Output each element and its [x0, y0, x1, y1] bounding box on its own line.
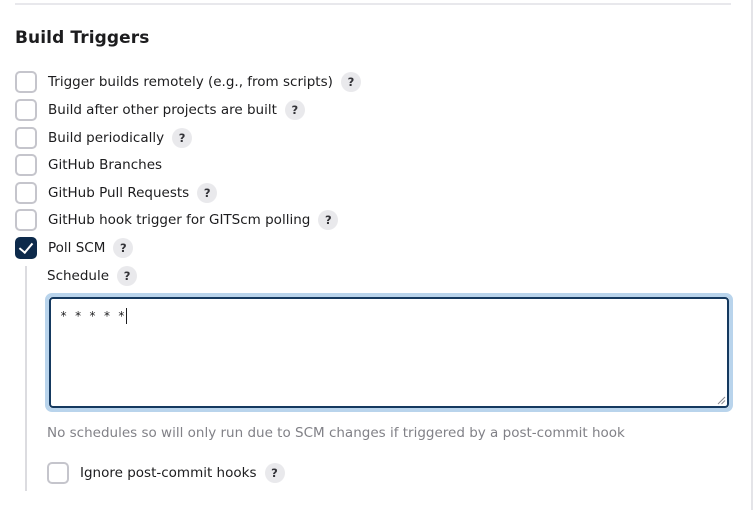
schedule-label: Schedule — [47, 268, 110, 284]
help-icon[interactable]: ? — [172, 128, 193, 148]
help-icon[interactable]: ? — [318, 210, 339, 230]
schedule-label-row: Schedule ? — [47, 264, 138, 288]
trigger-row-github-branches: GitHub Branches — [15, 153, 162, 177]
trigger-remote-checkbox[interactable] — [15, 71, 37, 93]
trigger-github-hook-checkbox[interactable] — [15, 209, 37, 231]
trigger-row-remote: Trigger builds remotely (e.g., from scri… — [15, 70, 361, 94]
help-icon[interactable]: ? — [264, 463, 285, 483]
trigger-remote-label[interactable]: Trigger builds remotely (e.g., from scri… — [48, 72, 333, 92]
schedule-textarea[interactable]: * * * * * — [49, 297, 729, 408]
section-divider — [15, 3, 731, 5]
ignore-hooks-label[interactable]: Ignore post-commit hooks — [80, 463, 257, 483]
section-title: Build Triggers — [15, 28, 150, 48]
build-triggers-page: Build Triggers Trigger builds remotely (… — [0, 0, 753, 510]
trigger-after-other-checkbox[interactable] — [15, 99, 37, 121]
schedule-value: * * * * * — [60, 309, 126, 323]
trigger-row-github-pr: GitHub Pull Requests ? — [15, 181, 218, 205]
trigger-after-other-label[interactable]: Build after other projects are built — [48, 100, 277, 120]
help-icon[interactable]: ? — [197, 183, 218, 203]
trigger-row-periodically: Build periodically ? — [15, 126, 193, 150]
help-icon[interactable]: ? — [113, 238, 134, 258]
trigger-poll-scm-checkbox[interactable] — [15, 237, 37, 259]
trigger-github-branches-checkbox[interactable] — [15, 154, 37, 176]
trigger-github-pr-checkbox[interactable] — [15, 182, 37, 204]
trigger-periodically-label[interactable]: Build periodically — [48, 128, 164, 148]
trigger-row-github-hook: GitHub hook trigger for GITScm polling ? — [15, 208, 339, 232]
nested-options-line — [25, 266, 27, 491]
trigger-github-pr-label[interactable]: GitHub Pull Requests — [48, 183, 189, 203]
trigger-row-after-other: Build after other projects are built ? — [15, 98, 305, 122]
trigger-github-hook-label[interactable]: GitHub hook trigger for GITScm polling — [48, 210, 310, 230]
help-icon[interactable]: ? — [117, 266, 138, 286]
trigger-github-branches-label[interactable]: GitHub Branches — [48, 155, 162, 175]
ignore-hooks-row: Ignore post-commit hooks ? — [47, 461, 285, 485]
ignore-hooks-checkbox[interactable] — [47, 462, 69, 484]
schedule-textarea-focus-ring: * * * * * — [45, 293, 733, 412]
schedule-hint: No schedules so will only run due to SCM… — [47, 425, 625, 441]
help-icon[interactable]: ? — [340, 72, 361, 92]
trigger-row-poll-scm: Poll SCM ? — [15, 236, 134, 260]
trigger-poll-scm-label[interactable]: Poll SCM — [48, 238, 105, 258]
resize-grip-icon[interactable] — [717, 396, 726, 405]
trigger-periodically-checkbox[interactable] — [15, 127, 37, 149]
help-icon[interactable]: ? — [284, 100, 305, 120]
text-caret — [126, 308, 128, 324]
